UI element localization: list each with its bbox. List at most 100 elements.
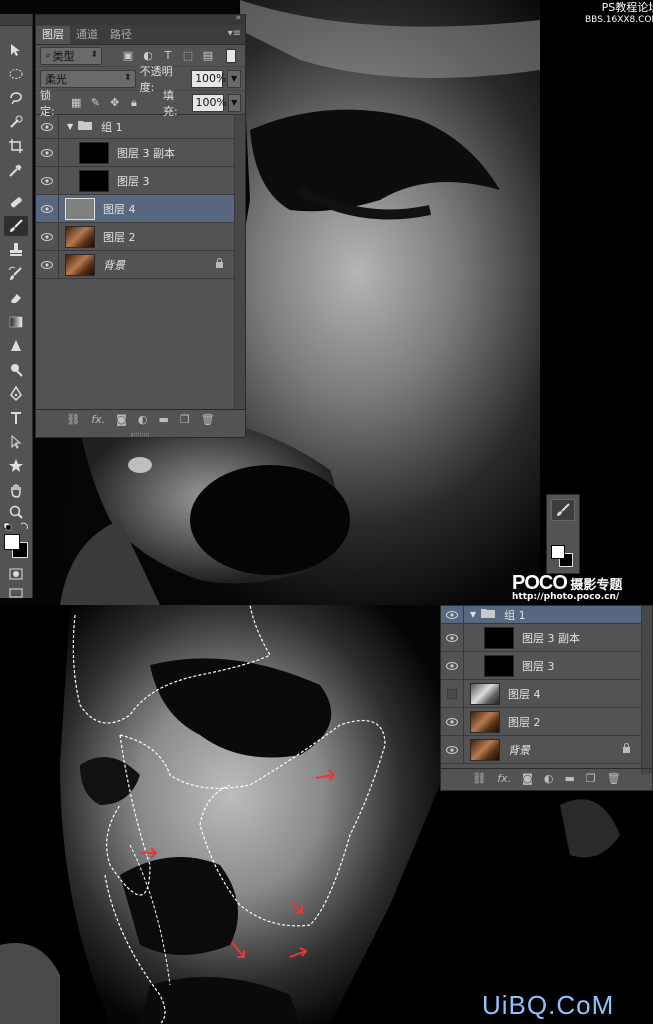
poco-title: 摄影专题 — [570, 578, 623, 593]
eye-icon[interactable] — [36, 122, 58, 131]
layer-name: 背景 — [508, 743, 530, 757]
link-layers-icon[interactable]: ⛓︎ — [66, 413, 80, 426]
eye-icon[interactable] — [36, 148, 58, 157]
add-mask-icon[interactable]: ◙ — [522, 772, 533, 785]
delete-layer-icon[interactable]: 🗑︎ — [201, 413, 215, 426]
opacity-dropdown-icon[interactable]: ▼ — [227, 69, 241, 88]
fill-dropdown-icon[interactable]: ▼ — [227, 93, 241, 112]
layer-row-background[interactable]: 背景 — [36, 250, 234, 279]
blend-mode-value: 柔光 — [45, 72, 67, 86]
expand-triangle-icon[interactable]: ▼ — [470, 610, 476, 619]
blur-tool-icon[interactable] — [4, 336, 28, 356]
new-group-icon[interactable]: ▬ — [564, 772, 574, 785]
layer-row-3-copy[interactable]: 图层 3 副本 — [36, 138, 234, 167]
eyedropper-icon[interactable] — [4, 160, 28, 180]
filter-pixel-icon[interactable]: ▣ — [120, 49, 136, 63]
filter-shape-icon[interactable]: ⬚ — [180, 49, 196, 63]
delete-layer-icon[interactable]: 🗑︎ — [607, 772, 621, 785]
lock-image-icon[interactable]: ✎ — [88, 96, 103, 110]
path-select-icon[interactable] — [4, 432, 28, 452]
new-layer-icon[interactable]: ❐ — [586, 772, 596, 785]
new-group-icon[interactable]: ▬ — [158, 413, 168, 426]
healing-brush-icon[interactable] — [4, 192, 28, 212]
add-mask-icon[interactable]: ◙ — [116, 413, 127, 426]
lock-all-icon[interactable]: 🔒︎ — [126, 96, 141, 110]
layer-thumbnail — [79, 169, 109, 192]
layer-row-2[interactable]: 图层 2 — [441, 707, 641, 736]
layer-row-3[interactable]: 图层 3 — [36, 166, 234, 195]
layer-row-3[interactable]: 图层 3 — [441, 651, 641, 680]
mini-foreground-swatch[interactable] — [551, 545, 565, 559]
hand-tool-icon[interactable] — [4, 480, 28, 500]
eraser-icon[interactable] — [4, 288, 28, 308]
eye-icon[interactable] — [441, 633, 463, 642]
adjustment-layer-icon[interactable]: ◐ — [138, 413, 148, 426]
layer-row-background[interactable]: 背景 — [441, 735, 641, 764]
panel-titlebar[interactable]: » — [36, 13, 245, 25]
panel-resize-grip[interactable] — [131, 433, 149, 436]
layer-row-group-1[interactable]: ▼ 组 1 — [441, 605, 641, 624]
eye-icon[interactable] — [36, 232, 58, 241]
dodge-tool-icon[interactable] — [4, 360, 28, 380]
eye-icon[interactable] — [36, 260, 58, 269]
tab-paths[interactable]: 路径 — [104, 26, 138, 44]
layer-row-2[interactable]: 图层 2 — [36, 222, 234, 251]
filter-type-icon[interactable]: T — [160, 49, 176, 63]
search-icon: ⌕ — [45, 50, 51, 61]
layer-row-3-copy[interactable]: 图层 3 副本 — [441, 623, 641, 652]
type-tool-icon[interactable] — [4, 408, 28, 428]
lock-icon — [622, 743, 631, 756]
eye-icon[interactable] — [441, 717, 463, 726]
link-layers-icon[interactable]: ⛓︎ — [472, 772, 486, 785]
swap-colors-icon[interactable] — [3, 521, 31, 533]
brush-preset-icon[interactable] — [551, 499, 575, 521]
collapse-icon[interactable]: » — [235, 13, 241, 23]
toolbar-grip[interactable] — [0, 14, 32, 26]
new-layer-icon[interactable]: ❐ — [180, 413, 190, 426]
pen-tool-icon[interactable] — [4, 384, 28, 404]
screen-mode-icon[interactable] — [4, 588, 28, 598]
filter-type-select[interactable]: ⌕ 类型 ⬍ — [40, 46, 102, 65]
layer-row-4-selected[interactable]: 图层 4 — [36, 194, 234, 223]
history-brush-icon[interactable] — [4, 264, 28, 284]
quick-select-icon[interactable] — [4, 112, 28, 132]
adjustment-layer-icon[interactable]: ◐ — [544, 772, 554, 785]
opacity-input[interactable]: 100% — [191, 69, 227, 88]
lock-transparent-icon[interactable]: ▦ — [69, 96, 84, 110]
eye-icon[interactable] — [36, 176, 58, 185]
lock-position-icon[interactable]: ✥ — [107, 96, 122, 110]
layer-thumbnail — [484, 654, 514, 677]
foreground-color-swatch[interactable] — [4, 534, 20, 550]
eye-icon[interactable] — [441, 745, 463, 754]
gradient-tool-icon[interactable] — [4, 312, 28, 332]
filter-toggle[interactable] — [226, 48, 236, 63]
crop-tool-icon[interactable] — [4, 136, 28, 156]
visibility-off-box[interactable] — [441, 688, 463, 699]
layer-row-4-hidden[interactable]: 图层 4 — [441, 679, 641, 708]
tab-layers[interactable]: 图层 — [36, 26, 70, 44]
tab-channels[interactable]: 通道 — [70, 26, 104, 44]
fx-icon[interactable]: fx. — [91, 413, 105, 426]
layers-scrollbar-lower[interactable] — [641, 606, 652, 774]
filter-adjustment-icon[interactable]: ◐ — [140, 49, 156, 63]
fx-icon[interactable]: fx. — [497, 772, 511, 785]
brush-tool-icon[interactable] — [4, 216, 28, 236]
layers-scrollbar[interactable] — [234, 115, 245, 411]
eye-icon[interactable] — [441, 661, 463, 670]
marquee-tool-icon[interactable] — [4, 64, 28, 84]
eye-icon[interactable] — [441, 610, 463, 619]
eye-icon[interactable] — [36, 204, 58, 213]
shape-tool-icon[interactable] — [4, 456, 28, 476]
panel-menu-icon[interactable]: ▾≡ — [228, 28, 241, 39]
zoom-tool-icon[interactable] — [4, 502, 28, 522]
clone-stamp-icon[interactable] — [4, 240, 28, 260]
collapsed-panels-dock — [546, 494, 580, 574]
lasso-tool-icon[interactable] — [4, 88, 28, 108]
layer-row-group-1[interactable]: ▼ 组 1 — [36, 114, 234, 139]
quick-mask-icon[interactable] — [4, 564, 28, 584]
expand-triangle-icon[interactable]: ▼ — [67, 122, 73, 131]
move-tool-icon[interactable] — [4, 40, 28, 60]
filter-smart-object-icon[interactable]: ▤ — [200, 49, 216, 63]
fill-input[interactable]: 100% — [191, 93, 227, 112]
blend-mode-select[interactable]: 柔光 ⬍ — [40, 69, 136, 88]
